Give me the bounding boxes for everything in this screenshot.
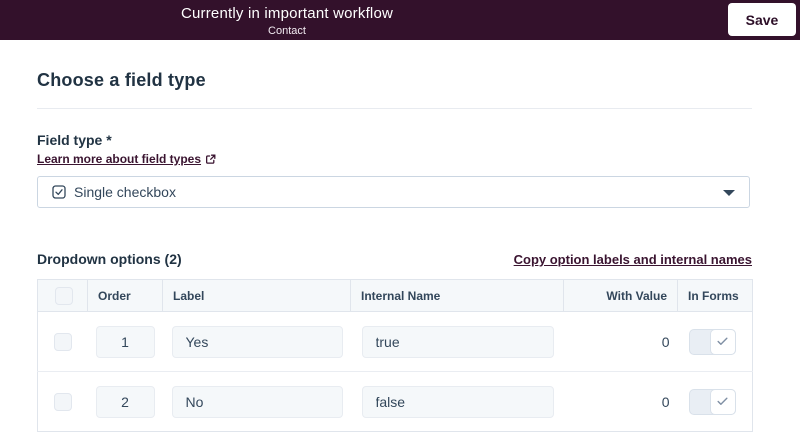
header-cell-internal-name: Internal Name [350,279,564,312]
learn-more-link-text: Learn more about field types [37,152,202,166]
internal-name-input[interactable] [361,325,554,358]
order-input[interactable] [95,385,155,418]
with-value-count: 0 [661,333,670,350]
banner-title: Currently in important workflow [180,5,394,22]
in-forms-toggle[interactable] [688,328,736,355]
save-button[interactable]: Save [728,3,796,36]
options-table: Order Label Internal Name With Value In … [37,279,753,432]
section-divider [37,108,752,109]
field-type-label: Field type * [37,132,112,148]
with-value-count: 0 [563,371,678,432]
order-input[interactable] [95,325,155,358]
row-checkbox[interactable] [53,392,72,411]
internal-name-input[interactable] [361,385,554,418]
page-title: Choose a field type [37,70,206,90]
banner-subtitle: Contact [268,25,306,37]
table-header-row: Order Label Internal Name With Value In … [37,279,753,312]
header-cell-order: Order [87,279,163,312]
checkmark-icon [709,388,736,415]
copy-options-link[interactable]: Copy option labels and internal names [514,252,752,267]
external-link-icon [205,154,216,165]
dropdown-options-title: Dropdown options (2) [37,251,182,267]
banner-text: Currently in important workflow Contact [181,5,393,37]
header-cell-select [37,279,88,312]
header-cell-with-value: With Value [563,279,678,312]
label-input[interactable] [171,385,343,418]
single-checkbox-icon [52,185,66,199]
options-header-row: Dropdown options (2) Copy option labels … [37,251,752,267]
in-forms-toggle[interactable] [688,388,736,415]
row-checkbox[interactable] [53,332,72,351]
table-row: 0 [38,312,753,372]
workflow-banner: Currently in important workflow Contact … [0,0,800,40]
field-type-selected-value: Single checkbox [74,184,176,200]
header-cell-in-forms: In Forms [677,279,753,312]
label-input[interactable] [171,325,343,358]
header-cell-label: Label [162,279,351,312]
checkmark-icon [709,328,736,355]
table-row: 0 [37,371,753,432]
caret-down-icon [723,190,735,196]
select-all-checkbox[interactable] [54,286,73,305]
field-type-select[interactable]: Single checkbox [37,176,750,208]
field-type-panel: Choose a field type Field type * Learn m… [37,70,753,432]
learn-more-link[interactable]: Learn more about field types [37,152,216,166]
